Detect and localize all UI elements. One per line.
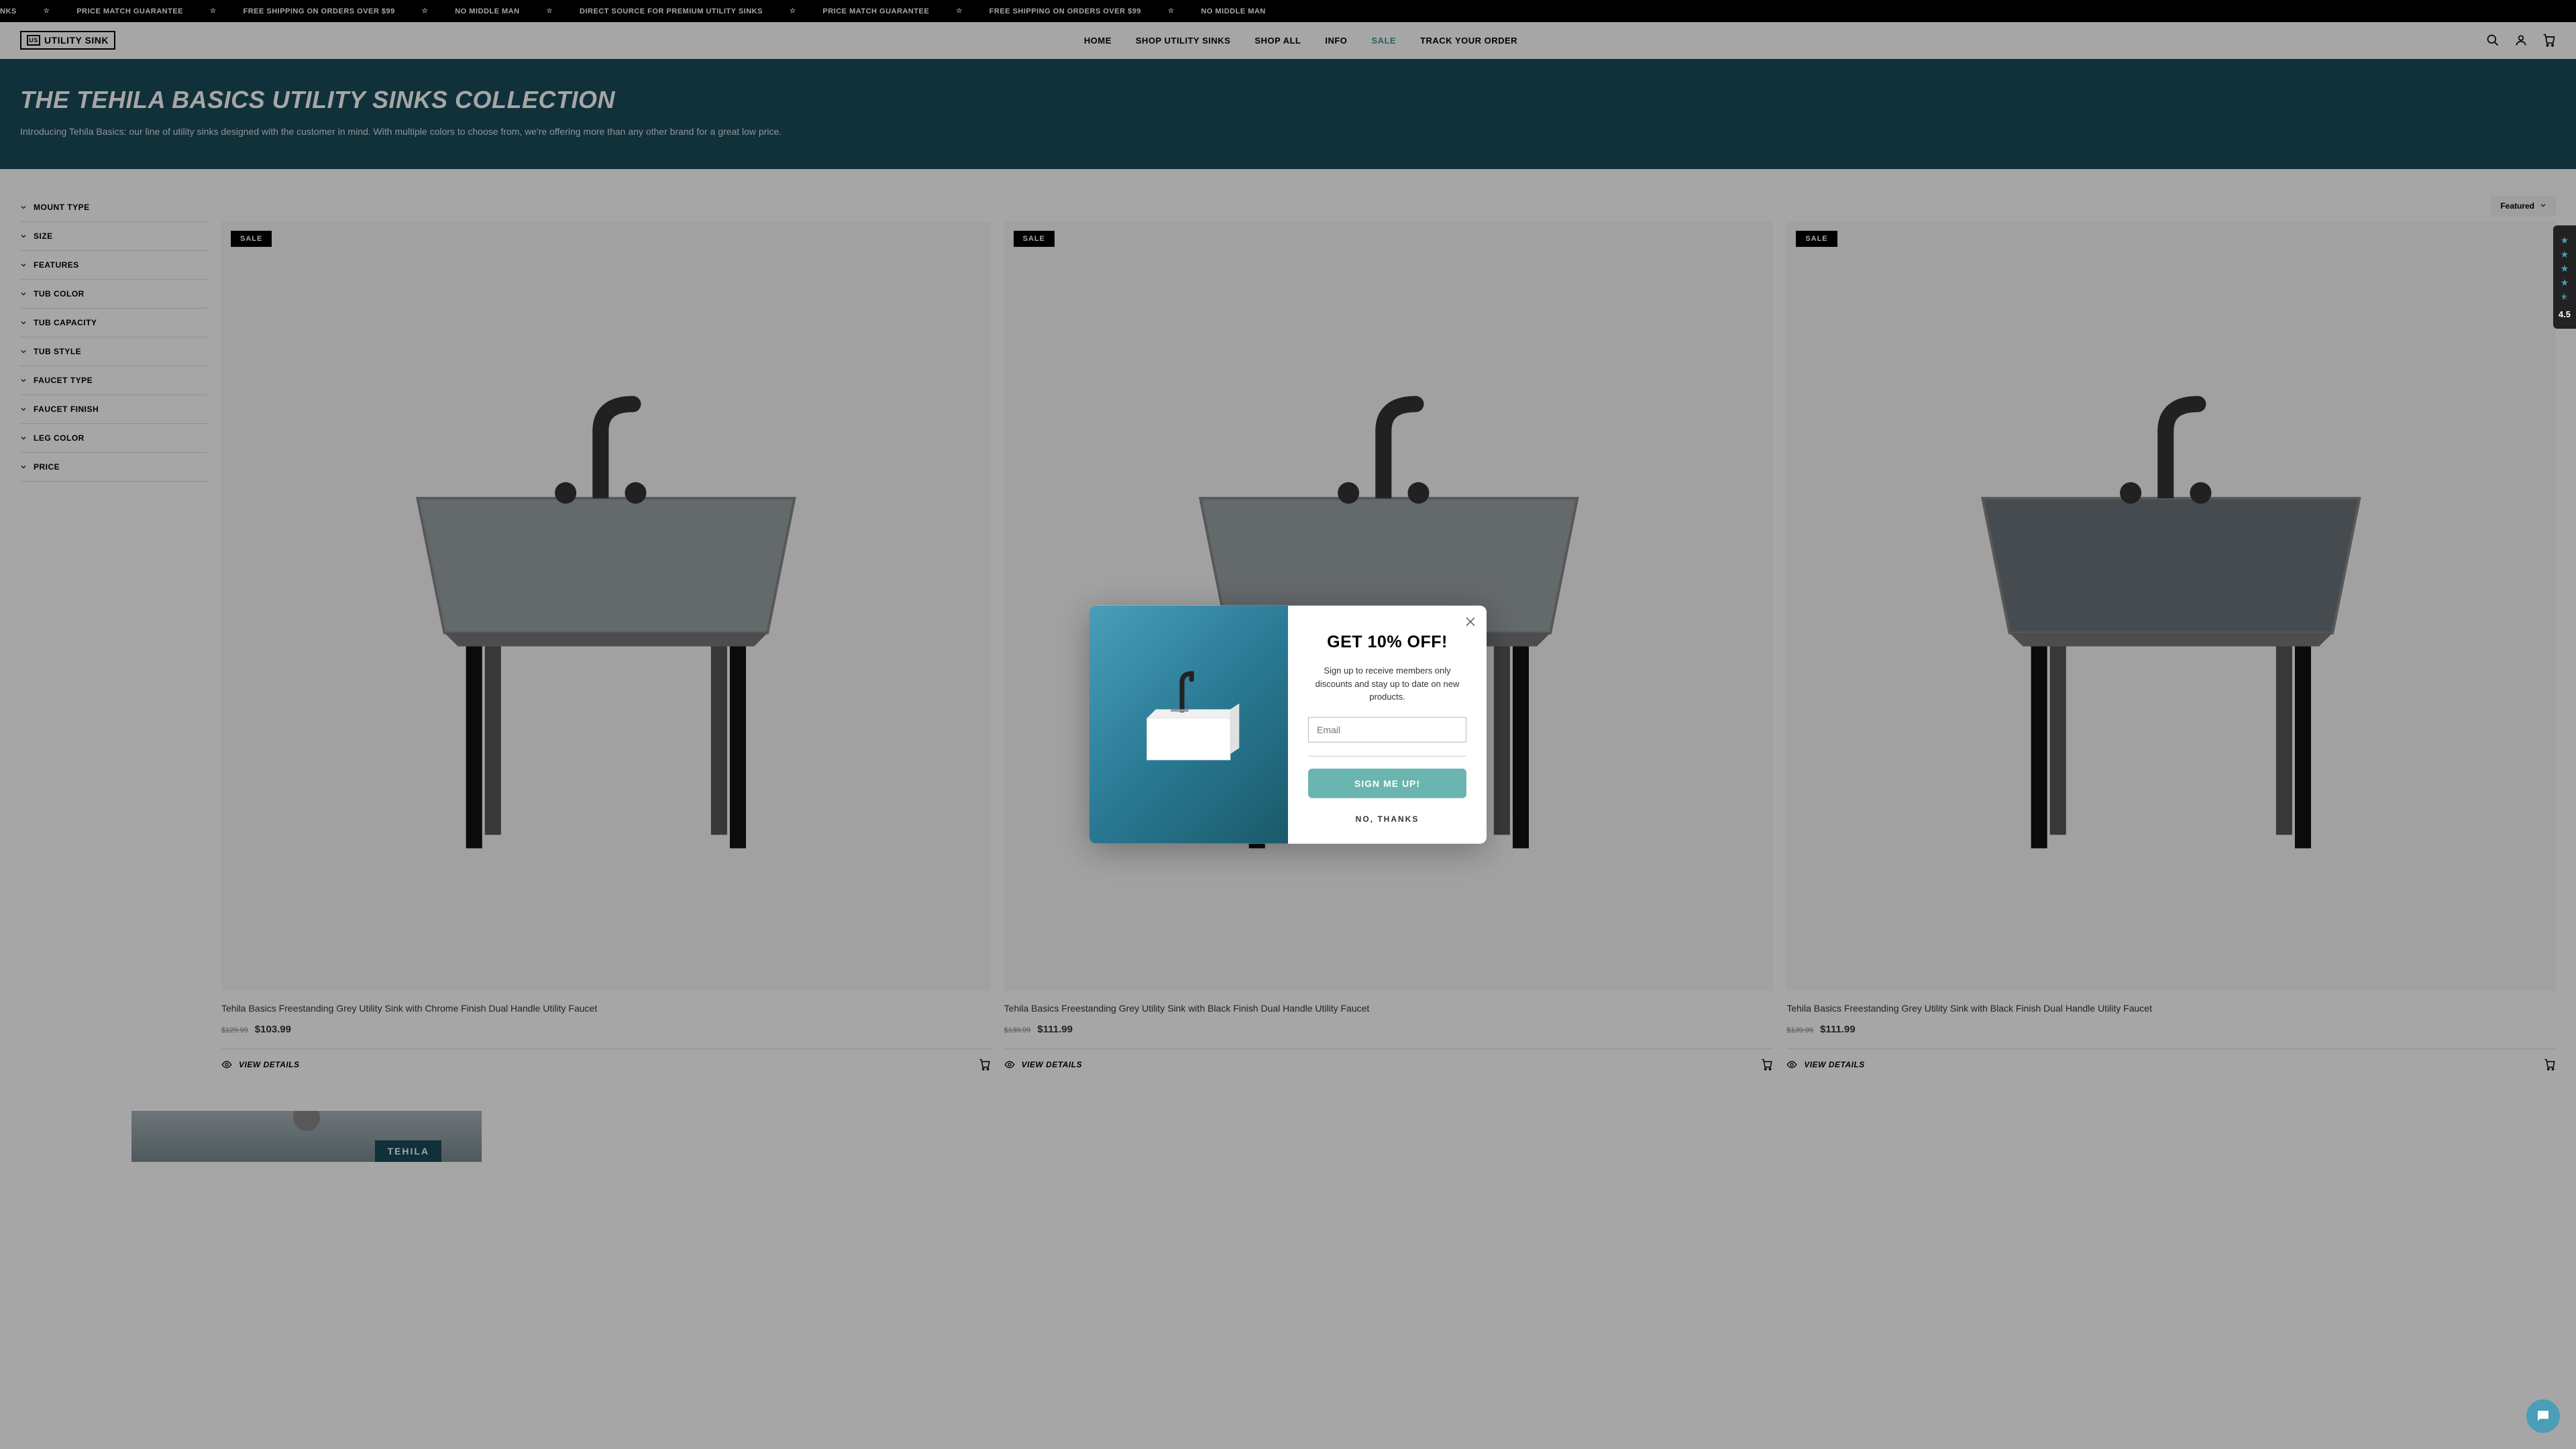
star-icon: ★ bbox=[2561, 235, 2569, 246]
modal-title: GET 10% OFF! bbox=[1308, 633, 1466, 652]
decline-button[interactable]: NO, THANKS bbox=[1308, 814, 1466, 823]
modal-subtitle: Sign up to receive members only discount… bbox=[1308, 664, 1466, 704]
star-icon: ★ bbox=[2561, 263, 2569, 274]
email-field[interactable] bbox=[1308, 716, 1466, 742]
star-icon: ★ bbox=[2561, 249, 2569, 260]
star-icon: ★ bbox=[2561, 277, 2569, 288]
signup-button[interactable]: SIGN ME UP! bbox=[1308, 768, 1466, 798]
signup-modal: GET 10% OFF! Sign up to receive members … bbox=[1089, 606, 1487, 844]
reviews-widget[interactable]: ★ ★ ★ ★ ★ 4.5 bbox=[2553, 225, 2576, 329]
chat-button[interactable] bbox=[2526, 1399, 2560, 1433]
star-half-icon: ★ bbox=[2561, 291, 2569, 303]
close-icon[interactable] bbox=[1464, 615, 1477, 629]
modal-image bbox=[1089, 606, 1288, 844]
reviews-score: 4.5 bbox=[2559, 309, 2571, 319]
